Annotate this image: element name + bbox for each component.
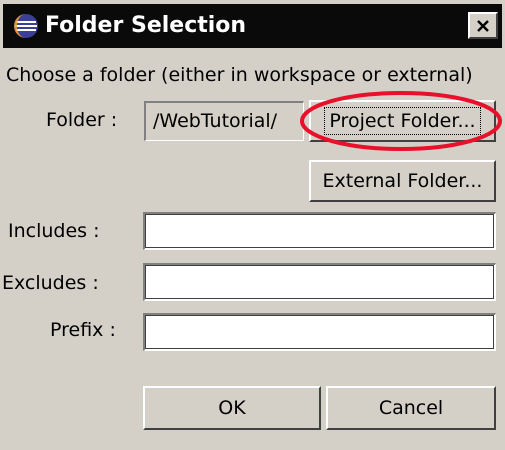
prefix-label: Prefix : (50, 319, 116, 341)
close-icon (477, 19, 489, 32)
eclipse-icon (14, 14, 38, 38)
ok-button[interactable]: OK (143, 386, 321, 430)
cancel-button[interactable]: Cancel (326, 386, 496, 430)
close-button[interactable] (468, 12, 498, 39)
includes-label: Includes : (8, 220, 100, 242)
excludes-input[interactable] (143, 263, 496, 301)
excludes-label: Excludes : (2, 272, 99, 294)
project-folder-button[interactable]: Project Folder... (309, 100, 496, 142)
prefix-input[interactable] (143, 313, 496, 351)
project-folder-button-label: Project Folder... (324, 107, 481, 135)
external-folder-button[interactable]: External Folder... (309, 160, 496, 202)
folder-path-field: /WebTutorial/ (144, 101, 304, 141)
window-title: Folder Selection (45, 13, 247, 38)
title-bar[interactable]: Folder Selection (3, 4, 502, 48)
instruction-text: Choose a folder (either in workspace or … (6, 64, 473, 86)
includes-input[interactable] (143, 212, 496, 250)
folder-label: Folder : (46, 109, 118, 131)
folder-selection-dialog: Folder Selection Choose a folder (either… (0, 0, 505, 450)
